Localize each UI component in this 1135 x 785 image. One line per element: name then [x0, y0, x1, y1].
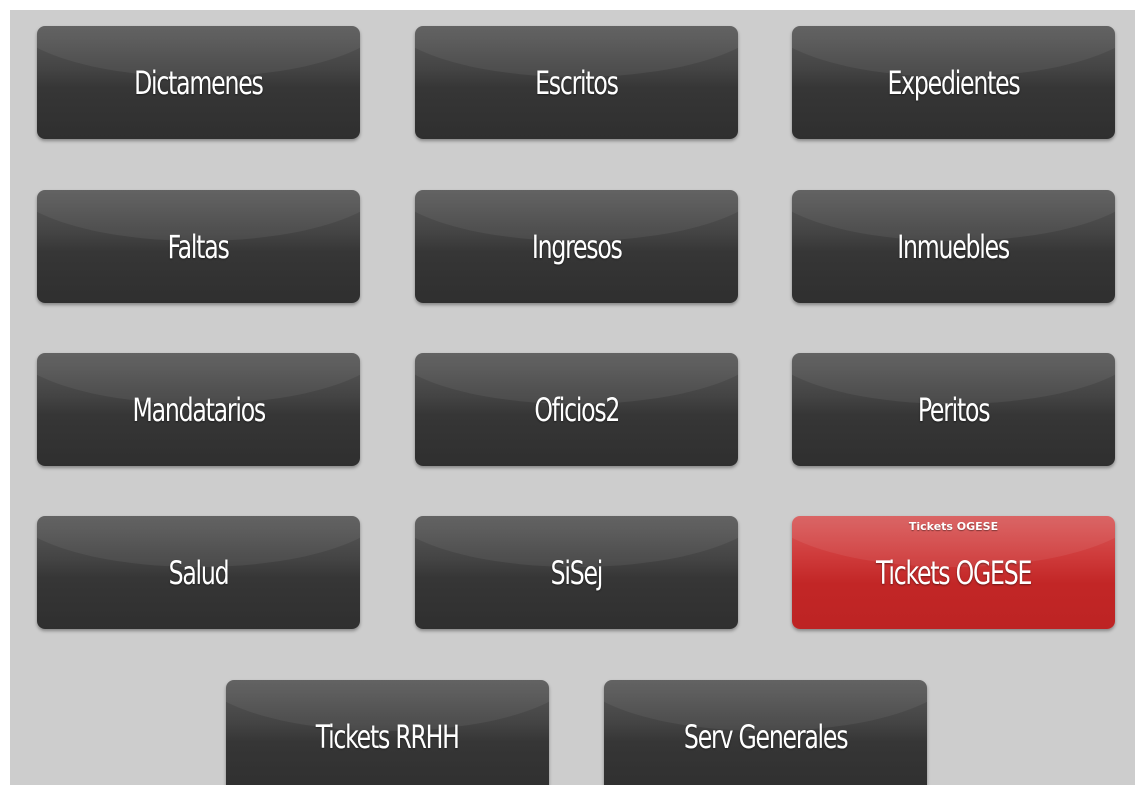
tickets-ogese-badge: Tickets OGESE	[908, 520, 999, 533]
tickets-rrhh-label: Tickets RRHH	[315, 717, 460, 756]
tickets-rrhh-button[interactable]: Tickets RRHH	[226, 680, 549, 785]
tickets-ogese-button[interactable]: Tickets OGESE Tickets OGESE	[792, 516, 1115, 629]
ingresos-button[interactable]: Ingresos	[415, 190, 738, 303]
peritos-button[interactable]: Peritos	[792, 353, 1115, 466]
mandatarios-label: Mandatarios	[132, 390, 266, 429]
inmuebles-button[interactable]: Inmuebles	[792, 190, 1115, 303]
expedientes-label: Expedientes	[887, 63, 1021, 102]
oficios2-label: Oficios2	[534, 390, 620, 429]
dictamenes-button[interactable]: Dictamenes	[37, 26, 360, 139]
escritos-label: Escritos	[535, 63, 619, 102]
expedientes-button[interactable]: Expedientes	[792, 26, 1115, 139]
serv-generales-label: Serv Generales	[683, 717, 849, 756]
inmuebles-label: Inmuebles	[897, 227, 1011, 266]
salud-button[interactable]: Salud	[37, 516, 360, 629]
salud-label: Salud	[168, 553, 230, 592]
app-menu-grid: Dictamenes Escritos Expedientes Faltas I…	[10, 10, 1135, 785]
ingresos-label: Ingresos	[531, 227, 623, 266]
tickets-ogese-label: Tickets OGESE	[875, 553, 1032, 592]
oficios2-button[interactable]: Oficios2	[415, 353, 738, 466]
escritos-button[interactable]: Escritos	[415, 26, 738, 139]
serv-generales-button[interactable]: Serv Generales	[604, 680, 927, 785]
mandatarios-button[interactable]: Mandatarios	[37, 353, 360, 466]
faltas-label: Faltas	[168, 227, 230, 266]
faltas-button[interactable]: Faltas	[37, 190, 360, 303]
dictamenes-label: Dictamenes	[134, 63, 264, 102]
sisej-label: SiSej	[550, 553, 604, 592]
sisej-button[interactable]: SiSej	[415, 516, 738, 629]
peritos-label: Peritos	[917, 390, 991, 429]
